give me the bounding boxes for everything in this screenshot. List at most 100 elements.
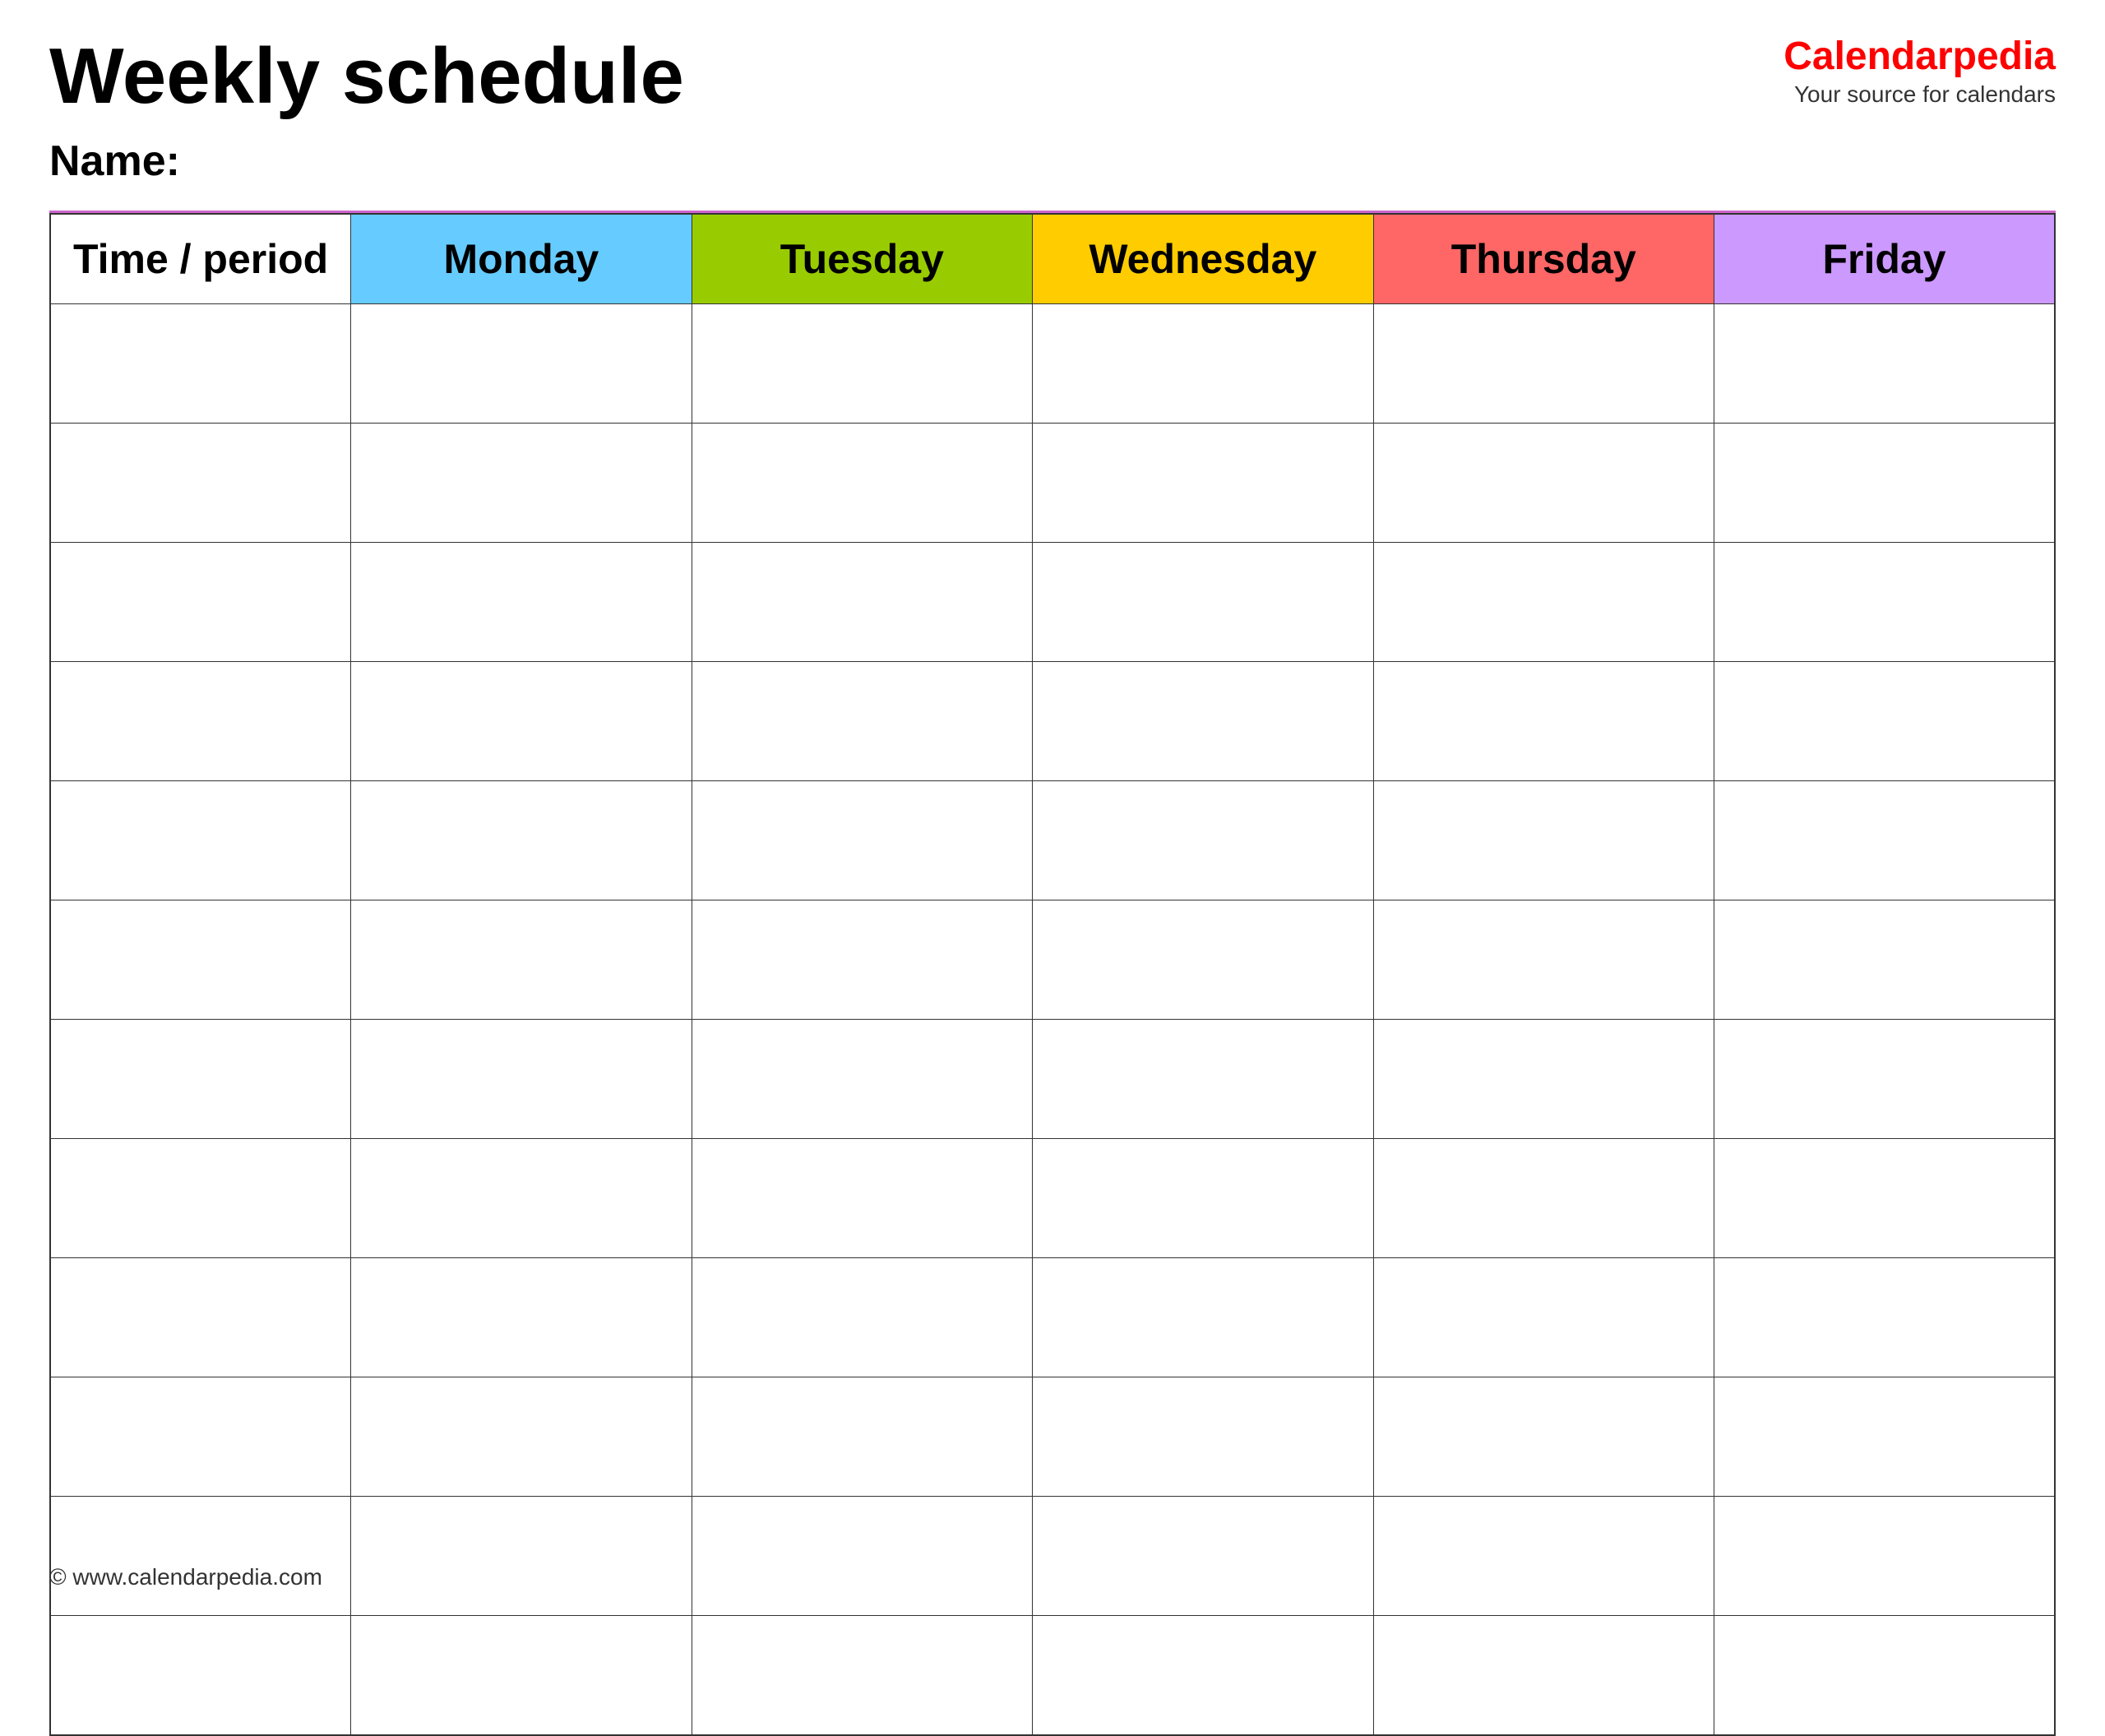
table-row [50,543,2055,662]
table-cell[interactable] [1373,1497,1714,1616]
table-cell[interactable] [1033,1616,1373,1735]
col-header-friday: Friday [1714,214,2056,304]
table-cell[interactable] [1033,1497,1373,1616]
table-cell[interactable] [1033,1258,1373,1377]
table-row [50,1139,2055,1258]
table-cell[interactable] [1714,1616,2056,1735]
table-cell[interactable] [1033,900,1373,1020]
table-row [50,662,2055,781]
table-cell[interactable] [50,1258,351,1377]
table-cell[interactable] [1373,1258,1714,1377]
table-cell[interactable] [692,1616,1032,1735]
table-cell[interactable] [1714,1497,2056,1616]
page-title: Weekly schedule [49,33,684,120]
table-cell[interactable] [351,1258,692,1377]
table-cell[interactable] [1714,1020,2056,1139]
table-cell[interactable] [50,1616,351,1735]
table-row [50,900,2055,1020]
table-cell[interactable] [692,1020,1032,1139]
table-cell[interactable] [1033,1139,1373,1258]
table-cell[interactable] [50,900,351,1020]
table-row [50,1497,2055,1616]
table-cell[interactable] [1373,543,1714,662]
table-row [50,781,2055,900]
col-header-wednesday: Wednesday [1033,214,1373,304]
table-cell[interactable] [1033,662,1373,781]
table-cell[interactable] [50,781,351,900]
table-row [50,424,2055,543]
col-header-monday: Monday [351,214,692,304]
table-cell[interactable] [50,1377,351,1497]
brand: Calendarpedia Your source for calendars [1783,33,2056,108]
table-cell[interactable] [1714,662,2056,781]
table-cell[interactable] [1373,781,1714,900]
table-cell[interactable] [692,1377,1032,1497]
table-cell[interactable] [50,543,351,662]
table-cell[interactable] [351,1616,692,1735]
col-header-tuesday: Tuesday [692,214,1032,304]
table-cell[interactable] [1373,662,1714,781]
table-cell[interactable] [351,1020,692,1139]
header-row-table: Time / period Monday Tuesday Wednesday T… [50,214,2055,304]
header-row: Weekly schedule Calendarpedia Your sourc… [49,33,2056,120]
table-cell[interactable] [351,1497,692,1616]
table-cell[interactable] [692,543,1032,662]
table-cell[interactable] [692,424,1032,543]
table-row [50,1020,2055,1139]
table-cell[interactable] [1373,424,1714,543]
page: Weekly schedule Calendarpedia Your sourc… [0,0,2105,1607]
table-cell[interactable] [692,1258,1032,1377]
table-row [50,304,2055,424]
table-cell[interactable] [351,1377,692,1497]
table-cell[interactable] [1714,781,2056,900]
table-cell[interactable] [1373,1139,1714,1258]
table-cell[interactable] [1714,1258,2056,1377]
col-header-time: Time / period [50,214,351,304]
name-label: Name: [49,137,2056,186]
table-cell[interactable] [351,662,692,781]
table-cell[interactable] [351,543,692,662]
table-cell[interactable] [692,1139,1032,1258]
table-cell[interactable] [351,1139,692,1258]
table-cell[interactable] [1033,424,1373,543]
table-cell[interactable] [1714,1377,2056,1497]
table-cell[interactable] [1033,1020,1373,1139]
table-cell[interactable] [692,662,1032,781]
table-cell[interactable] [1033,543,1373,662]
table-cell[interactable] [1373,1377,1714,1497]
table-cell[interactable] [1373,1616,1714,1735]
table-cell[interactable] [1714,304,2056,424]
table-cell[interactable] [50,662,351,781]
table-row [50,1616,2055,1735]
table-cell[interactable] [50,1020,351,1139]
brand-tagline: Your source for calendars [1783,81,2056,109]
table-cell[interactable] [1373,900,1714,1020]
table-cell[interactable] [692,304,1032,424]
table-cell[interactable] [351,781,692,900]
table-cell[interactable] [50,424,351,543]
table-cell[interactable] [351,900,692,1020]
table-cell[interactable] [50,1497,351,1616]
table-cell[interactable] [351,304,692,424]
table-cell[interactable] [1373,1020,1714,1139]
table-cell[interactable] [692,900,1032,1020]
table-cell[interactable] [50,304,351,424]
table-cell[interactable] [1714,900,2056,1020]
brand-calendar: Calendar [1783,35,1952,78]
table-row [50,1377,2055,1497]
table-cell[interactable] [1033,781,1373,900]
table-cell[interactable] [1714,424,2056,543]
table-row [50,1258,2055,1377]
table-cell[interactable] [1033,1377,1373,1497]
schedule-table: Time / period Monday Tuesday Wednesday T… [49,213,2056,1736]
table-cell[interactable] [692,1497,1032,1616]
table-cell[interactable] [1373,304,1714,424]
table-cell[interactable] [50,1139,351,1258]
table-cell[interactable] [1714,543,2056,662]
brand-pedia: pedia [1953,35,2056,78]
table-cell[interactable] [1714,1139,2056,1258]
table-cell[interactable] [692,781,1032,900]
footer: © www.calendarpedia.com [49,1564,322,1590]
table-cell[interactable] [1033,304,1373,424]
table-cell[interactable] [351,424,692,543]
